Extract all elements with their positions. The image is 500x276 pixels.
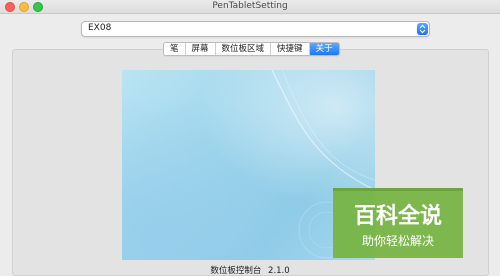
tab-pen[interactable]: 笔	[164, 43, 186, 55]
watermark-subtitle: 助你轻松解决	[362, 234, 434, 248]
device-select[interactable]: EX08	[81, 21, 430, 37]
tab-shortcuts[interactable]: 快捷键	[271, 43, 310, 55]
version-info: 数位板控制台 2.1.0	[0, 264, 500, 276]
watermark-logo: 百科全说 助你轻松解决	[333, 188, 463, 258]
select-stepper-icon[interactable]	[417, 23, 428, 35]
tab-about[interactable]: 关于	[309, 43, 339, 55]
app-window: PenTabletSetting EX08 笔 屏幕 数位板区域 快捷键 关于 …	[0, 0, 500, 276]
watermark-title: 百科全说	[354, 203, 442, 229]
app-name-label: 数位板控制台	[210, 266, 262, 276]
version-label: 2.1.0	[268, 266, 290, 276]
window-title: PenTabletSetting	[212, 1, 288, 11]
title-bar: PenTabletSetting	[0, 0, 500, 14]
tab-screen[interactable]: 屏幕	[185, 43, 216, 55]
device-select-value: EX08	[88, 23, 112, 33]
tab-bar: 笔 屏幕 数位板区域 快捷键 关于	[163, 42, 340, 56]
tab-tablet-area[interactable]: 数位板区域	[215, 43, 272, 55]
